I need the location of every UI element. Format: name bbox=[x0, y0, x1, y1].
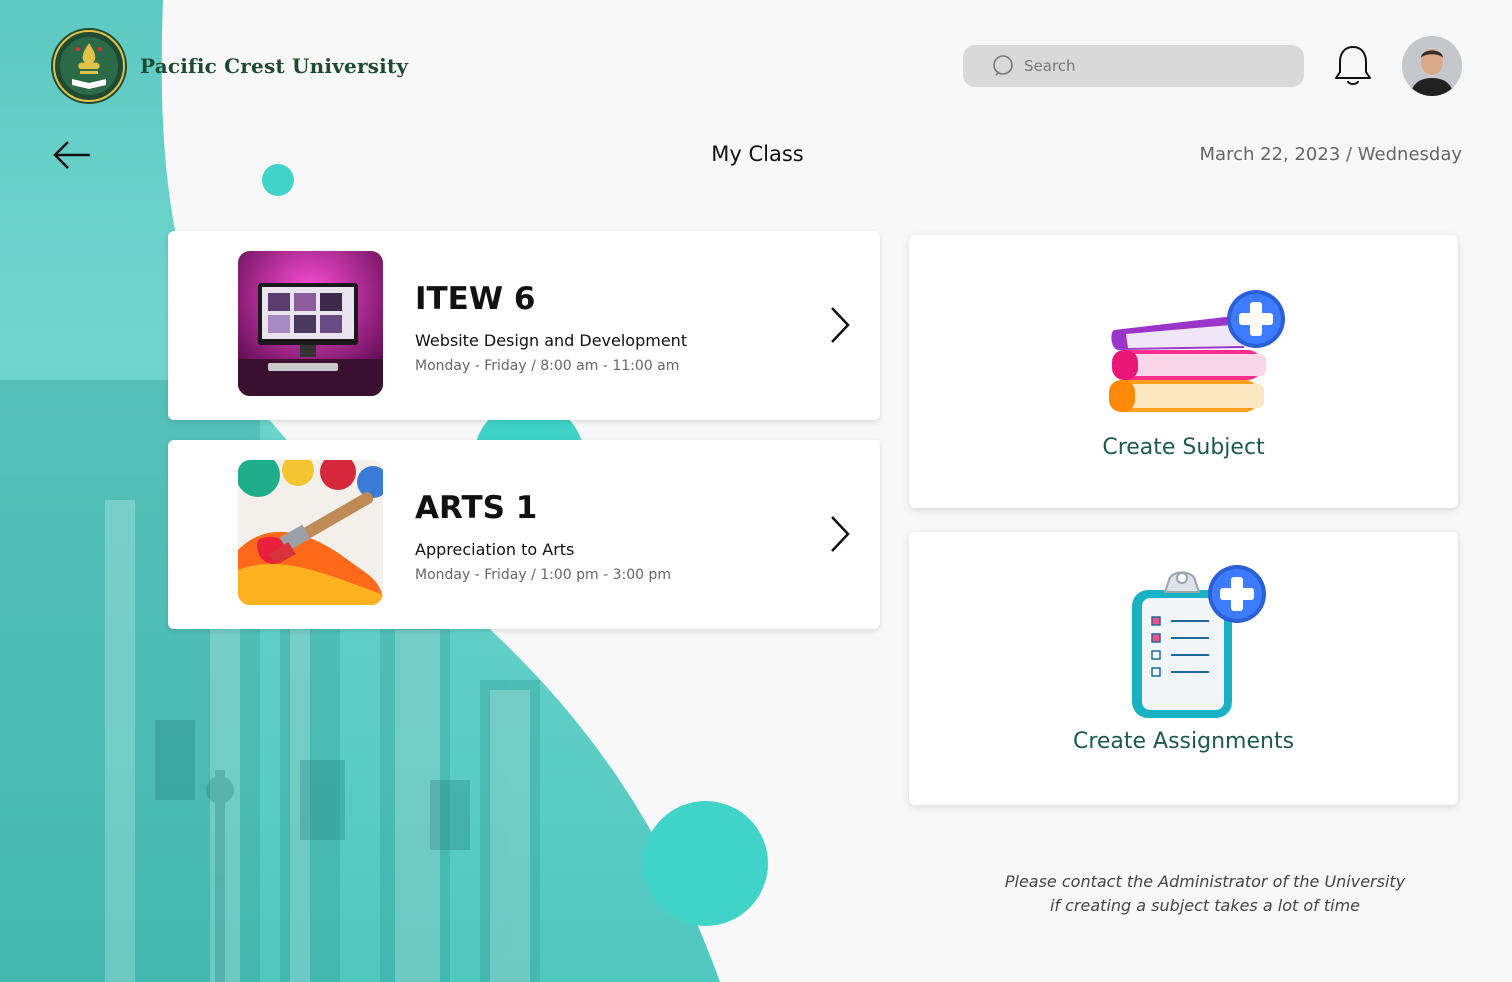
chevron-right-icon[interactable] bbox=[828, 514, 852, 554]
class-code: ITEW 6 bbox=[415, 281, 536, 317]
back-arrow-icon[interactable] bbox=[52, 139, 92, 171]
books-plus-icon bbox=[1109, 290, 1285, 412]
create-subject-label: Create Subject bbox=[1102, 435, 1265, 460]
current-date: March 22, 2023 / Wednesday bbox=[1199, 144, 1462, 165]
university-logo[interactable]: Pacific Crest University bbox=[50, 27, 408, 105]
clipboard-plus-icon bbox=[1132, 565, 1266, 718]
university-seal-icon bbox=[51, 28, 127, 104]
class-code: ARTS 1 bbox=[415, 490, 538, 526]
class-name: Website Design and Development bbox=[415, 331, 688, 350]
create-assignments-card[interactable]: Create Assignments bbox=[909, 532, 1458, 805]
class-thumbnail-computer bbox=[238, 251, 383, 396]
class-schedule: Monday - Friday / 1:00 pm - 3:00 pm bbox=[415, 567, 672, 583]
create-subject-card[interactable]: Create Subject bbox=[909, 235, 1458, 508]
search-icon bbox=[993, 55, 1013, 76]
chevron-right-icon[interactable] bbox=[828, 305, 852, 345]
admin-contact-note: Please contact the Administrator of the … bbox=[1004, 872, 1406, 915]
class-schedule: Monday - Friday / 8:00 am - 11:00 am bbox=[415, 358, 680, 374]
create-assignments-label: Create Assignments bbox=[1072, 729, 1295, 754]
class-card-arts1[interactable]: ARTS 1 Appreciation to Arts Monday - Fri… bbox=[168, 440, 880, 629]
search-bar[interactable] bbox=[963, 45, 1304, 87]
class-name: Appreciation to Arts bbox=[415, 540, 575, 559]
class-card-itew6[interactable]: ITEW 6 Website Design and Development Mo… bbox=[168, 231, 880, 420]
user-avatar[interactable] bbox=[1402, 36, 1462, 96]
page-title: My Class bbox=[711, 142, 804, 166]
user-avatar-image bbox=[1402, 36, 1462, 96]
university-name: Pacific Crest University bbox=[140, 54, 409, 78]
class-thumbnail-paintbrush bbox=[238, 460, 383, 605]
decor-circle-large bbox=[643, 801, 768, 926]
search-input[interactable] bbox=[1022, 56, 1286, 76]
notification-bell-icon[interactable] bbox=[1333, 43, 1373, 89]
decor-circle-small bbox=[262, 164, 294, 196]
